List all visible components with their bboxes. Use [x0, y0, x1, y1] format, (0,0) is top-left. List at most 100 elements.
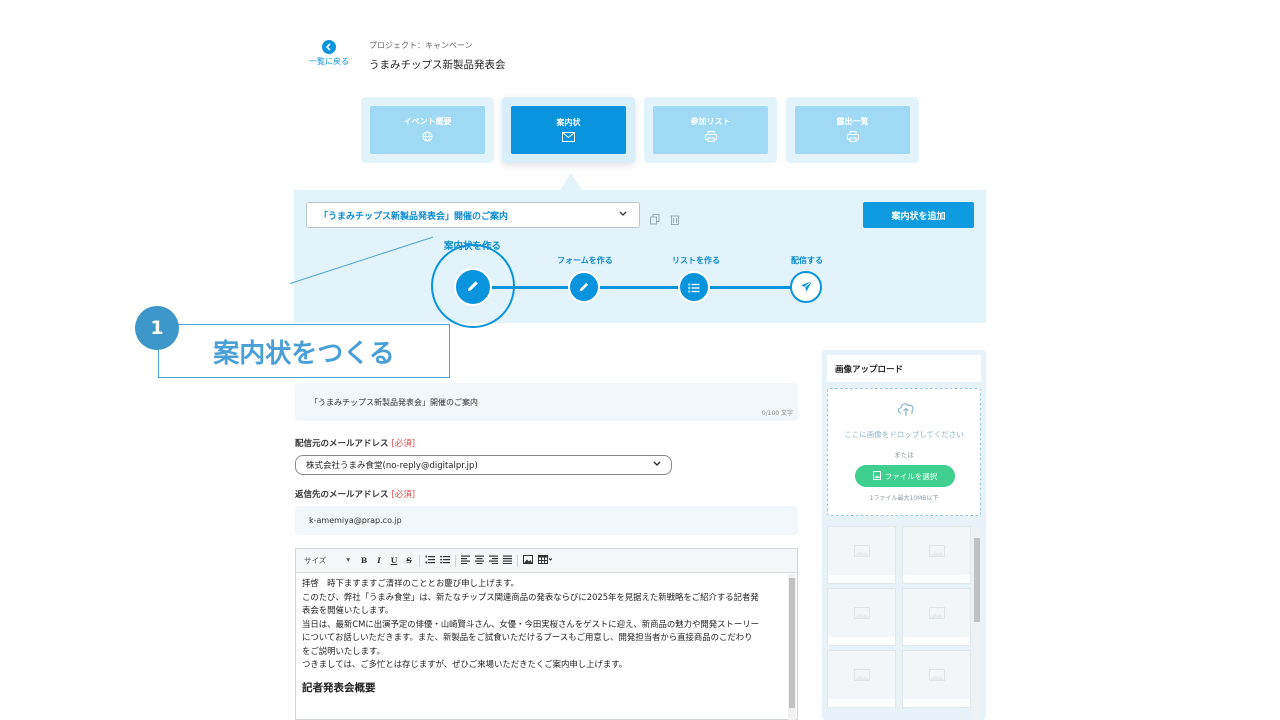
align-justify-icon[interactable]: [503, 555, 512, 566]
image-placeholder-icon: [853, 542, 870, 561]
thumbnail-scrollbar-thumb[interactable]: [974, 538, 980, 622]
send-icon: [800, 278, 813, 297]
editor-scrollbar-thumb[interactable]: [789, 578, 795, 708]
reply-address-label: 返信先のメールアドレス [必須]: [295, 488, 415, 500]
step-create-list[interactable]: [678, 271, 710, 303]
from-address-label: 配信元のメールアドレス [必須]: [295, 437, 415, 449]
file-size-limit: 1ファイル最大10MB以下: [869, 495, 939, 502]
reply-address-label-text: 返信先のメールアドレス: [295, 490, 389, 500]
font-size-label: サイズ: [304, 556, 327, 565]
image-placeholder-icon: [928, 666, 945, 685]
image-placeholder-icon: [853, 666, 870, 685]
step-create-form[interactable]: [568, 271, 600, 303]
bullet-list-icon[interactable]: [440, 555, 450, 566]
image-thumbnail[interactable]: [827, 650, 896, 708]
tab-label: 参加リスト: [690, 117, 731, 126]
invitation-select-value: 「うまみチップス新製品発表会」開催のご案内: [319, 211, 509, 222]
trash-icon[interactable]: [670, 210, 680, 229]
dropzone-text: ここに画像をドロップしてください: [844, 430, 964, 439]
underline-icon[interactable]: U: [389, 556, 399, 565]
invitation-panel: 「うまみチップス新製品発表会」開催のご案内 案内状を追加 案内状を作る フォーム…: [294, 190, 986, 328]
image-thumbnail[interactable]: [827, 588, 896, 646]
tab-exposure-list[interactable]: 露出一覧: [786, 97, 919, 163]
choose-file-button[interactable]: ファイルを選択: [855, 465, 955, 487]
pencil-icon: [578, 278, 590, 297]
toolbar-divider: [517, 554, 518, 567]
or-text: または: [894, 451, 914, 459]
image-icon[interactable]: [523, 555, 533, 566]
subject-value: 「うまみチップス新製品発表会」開催のご案内: [310, 398, 478, 407]
image-thumbnail-grid: [827, 526, 973, 720]
chevron-left-icon: [322, 40, 336, 54]
file-image-icon: [872, 470, 881, 482]
step-label: リストを作る: [672, 256, 720, 265]
step-progress-line: [474, 286, 808, 289]
back-label: 一覧に戻る: [309, 57, 349, 66]
step-label: 案内状を作る: [444, 241, 502, 252]
tab-invitation[interactable]: 案内状: [502, 97, 635, 163]
table-icon[interactable]: [538, 555, 553, 566]
editor-scrollbar[interactable]: [788, 574, 796, 720]
tab-label: 案内状: [556, 117, 581, 127]
active-tab-pointer: [560, 173, 582, 190]
editor-line: についてお話しいただきます。また、新製品をご試食いただけるブースもご用意し、開発…: [302, 632, 753, 642]
image-upload-title: 画像アップロード: [827, 355, 981, 382]
add-invitation-button[interactable]: 案内状を追加: [863, 202, 974, 228]
from-address-value: 株式会社うまみ食堂(no-reply@digitalpr.jp): [306, 461, 478, 471]
ordered-list-icon[interactable]: [425, 555, 435, 566]
copy-icon[interactable]: [650, 210, 660, 229]
required-mark: [必須]: [391, 490, 416, 500]
editor-line: 当日は、最新CMに出演予定の俳優・山崎賢斗さん、女優・今田実桜さんをゲストに迎え…: [302, 618, 759, 629]
subject-field[interactable]: 「うまみチップス新製品発表会」開催のご案内 0/100 文字: [295, 383, 798, 421]
image-thumbnail[interactable]: [827, 526, 896, 584]
back-to-list-link[interactable]: 一覧に戻る: [306, 40, 352, 67]
caret-down-icon: ▾: [346, 555, 350, 564]
from-address-label-text: 配信元のメールアドレス: [295, 439, 389, 449]
toolbar-divider: [455, 554, 456, 567]
invitation-select[interactable]: 「うまみチップス新製品発表会」開催のご案内: [306, 202, 640, 228]
image-thumbnail[interactable]: [902, 588, 971, 646]
tab-label: イベント概要: [403, 117, 452, 126]
step-send[interactable]: [790, 271, 822, 303]
choose-file-label: ファイルを選択: [884, 471, 938, 481]
cloud-upload-icon: [896, 401, 916, 421]
image-placeholder-icon: [928, 542, 945, 561]
editor-content[interactable]: 拝啓 時下ますますご清祥のこととお慶び申し上げます。 このたび、弊社「うまみ食堂…: [296, 573, 788, 720]
step-label: フォームを作る: [557, 256, 613, 265]
reply-address-field[interactable]: k-amemiya@prap.co.jp: [295, 506, 798, 535]
editor-line: をご説明いたします。: [302, 645, 385, 656]
list-icon: [688, 278, 700, 297]
strikethrough-icon[interactable]: S: [404, 556, 414, 565]
font-size-dropdown[interactable]: サイズ ▾: [304, 555, 350, 566]
required-mark: [必須]: [391, 439, 416, 449]
from-address-select[interactable]: 株式会社うまみ食堂(no-reply@digitalpr.jp): [295, 455, 672, 475]
callout-box: 案内状をつくる: [158, 324, 450, 378]
step-create-invitation[interactable]: [454, 268, 492, 306]
image-thumbnail[interactable]: [902, 526, 971, 584]
align-center-icon[interactable]: [475, 555, 484, 566]
italic-icon[interactable]: I: [374, 556, 384, 565]
toolbar-divider: [419, 554, 420, 567]
thumbnail-scrollbar[interactable]: [974, 528, 980, 720]
printer-icon: [704, 131, 717, 144]
image-dropzone[interactable]: ここに画像をドロップしてください または ファイルを選択 1ファイル最大10MB…: [827, 388, 981, 516]
editor-heading: 記者発表会概要: [302, 681, 376, 694]
pencil-icon: [466, 278, 480, 297]
image-thumbnail[interactable]: [902, 650, 971, 708]
chevron-down-icon: [619, 210, 627, 220]
editor-line: 拝啓 時下ますますご清祥のこととお慶び申し上げます。: [302, 578, 519, 588]
image-placeholder-icon: [853, 604, 870, 623]
step-label: 配信する: [791, 256, 823, 265]
editor-line: つきましては、ご多忙とは存じますが、ぜひご来場いただきたくご案内申し上げます。: [302, 659, 628, 669]
align-right-icon[interactable]: [489, 555, 498, 566]
align-left-icon[interactable]: [461, 555, 470, 566]
image-upload-panel: 画像アップロード ここに画像をドロップしてください または ファイルを選択 1フ…: [822, 350, 986, 720]
subject-char-counter: 0/100 文字: [761, 410, 793, 417]
tab-participant-list[interactable]: 参加リスト: [644, 97, 777, 163]
globe-icon: [422, 131, 433, 144]
image-placeholder-icon: [928, 604, 945, 623]
rich-text-editor[interactable]: サイズ ▾ B I U S 拝啓 時下ますますご清祥のこととお慶び申し上げます。…: [295, 548, 798, 720]
bold-icon[interactable]: B: [359, 556, 369, 565]
editor-toolbar: サイズ ▾ B I U S: [296, 549, 797, 573]
tab-event-overview[interactable]: イベント概要: [361, 97, 494, 163]
